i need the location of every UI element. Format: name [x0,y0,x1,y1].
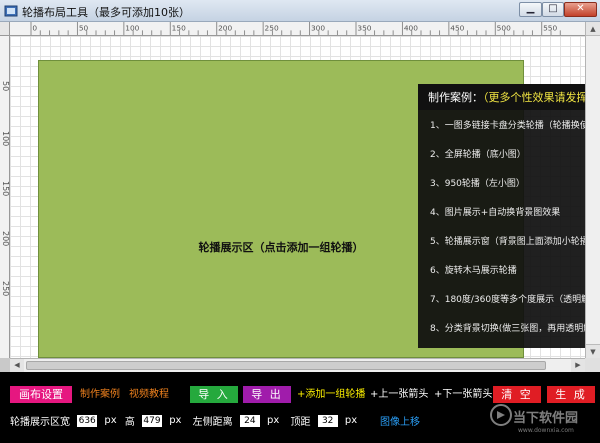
ruler-top-label: 100 [125,23,139,32]
ruler-top-label: 200 [218,23,232,32]
width-unit: px [104,415,117,426]
example-item[interactable]: 8、分类背景切换(做三张图，再用透明触控 [418,313,600,342]
add-prev-arrow-button[interactable]: +上一张箭头 [370,386,428,403]
ruler-top-label: 500 [497,23,511,32]
top-distance-label: 顶距 [290,417,311,428]
example-item[interactable]: 6、旋转木马展示轮播 [418,255,600,284]
canvas-settings-button[interactable]: 画布设置 [10,386,72,403]
examples-subtitle: （更多个性效果请发挥您 [483,91,599,104]
example-item[interactable]: 2、全屏轮播（底小图） [418,139,600,168]
ruler-top-label: 250 [265,23,279,32]
height-label: 高 [124,417,135,428]
scroll-left-icon[interactable]: ◀ [10,359,24,372]
example-item[interactable]: 5、轮播展示窗（背景图上面添加小轮播） [418,226,600,255]
left-distance-input[interactable] [239,414,260,427]
width-input[interactable] [77,414,98,427]
height-unit: px [169,415,182,426]
ruler-top-label: 550 [543,23,557,32]
left-distance-label: 左侧距离 [192,417,233,428]
ruler-top-label: 300 [311,23,325,32]
ruler-top: 0 50 100 150 200 250 300 350 400 450 500 550 [10,22,585,36]
minimize-icon: ▁ [526,3,535,14]
add-next-arrow-button[interactable]: +下一张箭头 [434,386,492,403]
ruler-top-label: 50 [79,23,89,32]
ruler-top-label: 150 [172,23,186,32]
examples-title: 制作案例： [428,91,483,104]
ruler-left-label: 250 [1,281,10,297]
ruler-top-label: 350 [357,23,371,32]
example-item[interactable]: 1、一图多链接卡盘分类轮播（轮播换使用 [418,110,600,139]
scroll-down-icon[interactable]: ▼ [586,344,600,358]
close-button[interactable]: ✕ [564,2,597,17]
video-tutorial-link[interactable]: 视频教程 [129,386,169,403]
example-item[interactable]: 7、180度/360度等多个度展示（透明触控 [418,284,600,313]
vertical-scrollbar[interactable]: ▲ ▼ [585,22,600,358]
ruler-left-label: 150 [1,181,10,197]
carousel-settings-row: 轮播展示区宽 px 高 px 左侧距离 px 顶距 px [10,413,357,429]
scroll-right-icon[interactable]: ▶ [571,359,585,372]
window-title: 轮播布局工具（最多可添加10张） [22,6,190,19]
app-icon [4,5,18,17]
horizontal-scrollbar[interactable]: ◀ ▶ [10,358,585,372]
scroll-up-icon[interactable]: ▲ [586,22,600,36]
minimize-button[interactable]: ▁ [519,2,542,17]
export-button[interactable]: 导 出 [243,386,291,403]
top-distance-unit: px [344,415,358,426]
ruler-corner [0,22,10,36]
ruler-top-label: 400 [404,23,418,32]
ruler-left: 50 100 150 200 250 [0,36,10,358]
ruler-top-label: 0 [32,23,37,32]
ruler-left-label: 100 [1,131,10,147]
scrollbar-thumb[interactable] [26,361,546,370]
bottom-toolbar: 画布设置 制作案例 视频教程 导 入 导 出 +添加一组轮播 +上一张箭头 +下… [0,372,600,443]
example-item[interactable]: 4、图片展示+自动换背景图效果 [418,197,600,226]
examples-link[interactable]: 制作案例 [80,386,120,403]
import-button[interactable]: 导 入 [190,386,238,403]
ruler-top-label: 450 [450,23,464,32]
image-move-up-button[interactable]: 图像上移 [380,413,420,428]
examples-panel: 制作案例：（更多个性效果请发挥您 1、一图多链接卡盘分类轮播（轮播换使用 2、全… [418,84,600,348]
title-bar: 轮播布局工具（最多可添加10张） ▁ □ ✕ [0,0,600,22]
maximize-icon: □ [548,3,558,14]
scrollbar-corner [585,358,600,372]
height-input[interactable] [142,414,163,427]
examples-header: 制作案例：（更多个性效果请发挥您 [418,84,600,110]
clear-button[interactable]: 清 空 [493,386,541,403]
generate-button[interactable]: 生 成 [547,386,595,403]
close-icon: ✕ [576,3,585,14]
ruler-left-label: 200 [1,231,10,247]
width-label: 轮播展示区宽 [10,417,70,428]
left-distance-unit: px [267,415,280,426]
example-item[interactable]: 3、950轮播（左小图） [418,168,600,197]
maximize-button[interactable]: □ [542,2,564,17]
top-distance-input[interactable] [317,414,338,427]
add-carousel-group-button[interactable]: +添加一组轮播 [297,386,365,403]
ruler-left-label: 50 [1,81,10,92]
